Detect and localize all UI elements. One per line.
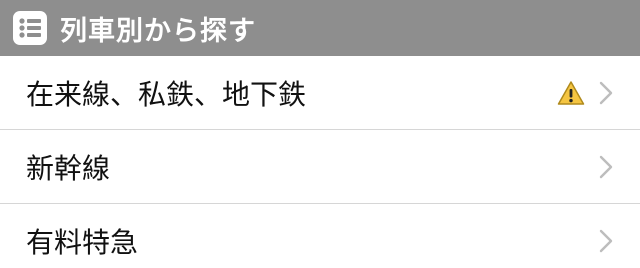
list-item-label: 新幹線 (26, 152, 111, 185)
section-title: 列車別から探す (60, 15, 256, 47)
section-header: 列車別から探す (0, 0, 640, 56)
list-item-label: 有料特急 (26, 226, 139, 259)
chevron-right-icon (596, 78, 616, 108)
warning-icon (556, 78, 586, 108)
list-item-limited-express[interactable]: 有料特急 (0, 204, 640, 268)
list-item-conventional-lines[interactable]: 在来線、私鉄、地下鉄 (0, 56, 640, 130)
list-icon (12, 10, 48, 46)
chevron-right-icon (596, 226, 616, 256)
chevron-right-icon (596, 152, 616, 182)
train-search-screen: 列車別から探す 在来線、私鉄、地下鉄 新幹線 有料特急 (0, 0, 640, 268)
list-item-label: 在来線、私鉄、地下鉄 (26, 78, 307, 111)
train-type-list: 在来線、私鉄、地下鉄 新幹線 有料特急 (0, 56, 640, 268)
list-item-shinkansen[interactable]: 新幹線 (0, 130, 640, 204)
